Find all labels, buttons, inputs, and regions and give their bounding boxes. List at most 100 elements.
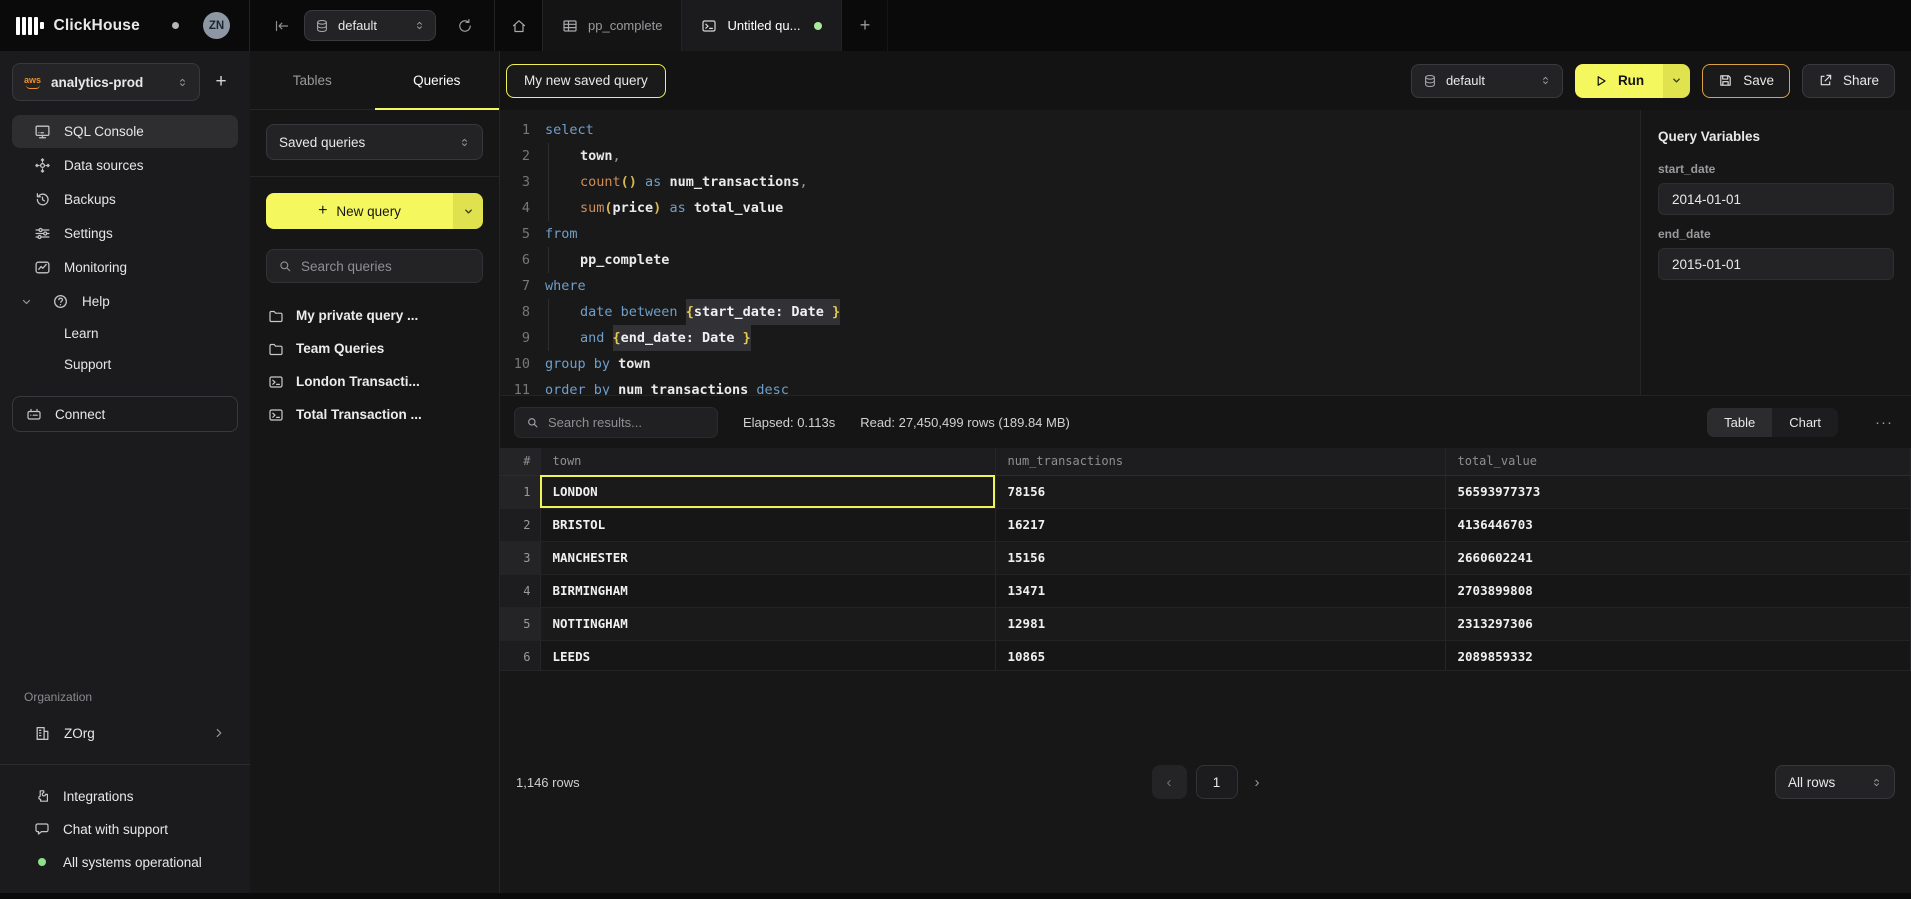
table-cell[interactable]: 2703899808: [1445, 574, 1911, 607]
share-button[interactable]: Share: [1802, 64, 1895, 98]
more-options-icon[interactable]: ···: [1875, 415, 1893, 430]
sidebar-subitem-learn[interactable]: Learn: [12, 318, 238, 349]
prev-page-button[interactable]: ‹: [1152, 765, 1187, 799]
sidebar-item-help[interactable]: Help: [12, 285, 238, 318]
next-page-button[interactable]: ›: [1255, 774, 1260, 791]
table-row: 2BRISTOL162174136446703: [500, 508, 1911, 541]
tab-home[interactable]: [495, 0, 543, 51]
table-cell[interactable]: BRISTOL: [540, 508, 995, 541]
add-service-button[interactable]: +: [204, 65, 238, 99]
run-button[interactable]: Run: [1575, 64, 1663, 98]
sql-editor[interactable]: 1select2town,3count() as num_transaction…: [500, 110, 1640, 395]
row-number-cell[interactable]: 4: [500, 574, 540, 607]
organization-item[interactable]: ZOrg: [12, 716, 238, 750]
column-header-town[interactable]: town: [540, 448, 995, 475]
row-number-cell[interactable]: 6: [500, 640, 540, 670]
table-cell[interactable]: 2313297306: [1445, 607, 1911, 640]
saved-queries-select[interactable]: Saved queries: [266, 124, 483, 160]
sidebar-item-sql-console[interactable]: SQL Console: [12, 115, 238, 148]
table-cell[interactable]: 2089859332: [1445, 640, 1911, 670]
share-label: Share: [1843, 73, 1879, 88]
search-results-input[interactable]: Search results...: [514, 407, 718, 438]
connect-button[interactable]: Connect: [12, 396, 238, 432]
table-cell[interactable]: 10865: [995, 640, 1445, 670]
sidebar-item-backups[interactable]: Backups: [12, 183, 238, 216]
tab-pp-complete[interactable]: pp_complete: [543, 0, 682, 51]
table-cell[interactable]: 13471: [995, 574, 1445, 607]
rows-per-page-select[interactable]: All rows: [1775, 765, 1895, 799]
line-number: 5: [500, 221, 530, 247]
tab-tables[interactable]: Tables: [250, 51, 375, 109]
table-cell[interactable]: 16217: [995, 508, 1445, 541]
topbar-database-select[interactable]: default: [304, 10, 436, 41]
settings-icon: [34, 225, 51, 242]
main-area: aws analytics-prod + SQL ConsoleData sou…: [0, 51, 1911, 893]
page-number-input[interactable]: 1: [1196, 765, 1238, 799]
query-item-total-transaction[interactable]: Total Transaction ...: [266, 401, 483, 428]
new-tab-button[interactable]: +: [842, 0, 888, 51]
table-cell[interactable]: BIRMINGHAM: [540, 574, 995, 607]
row-number-cell[interactable]: 1: [500, 475, 540, 508]
view-tab-table[interactable]: Table: [1707, 408, 1772, 437]
app-window: ClickHouse ZN default pp_complete Unti: [0, 0, 1911, 899]
row-number-cell[interactable]: 2: [500, 508, 540, 541]
caret-down-icon: [18, 296, 35, 308]
view-tab-chart[interactable]: Chart: [1772, 408, 1838, 437]
line-number: 4: [500, 195, 530, 221]
search-results-placeholder: Search results...: [548, 415, 642, 430]
refresh-icon[interactable]: [457, 18, 473, 34]
table-row: 4BIRMINGHAM134712703899808: [500, 574, 1911, 607]
save-button[interactable]: Save: [1702, 64, 1790, 98]
saved-query-tab[interactable]: My new saved query: [506, 64, 666, 98]
variable-input-start-date[interactable]: 2014-01-01: [1658, 183, 1894, 215]
saved-queries-value: Saved queries: [279, 135, 365, 150]
table-cell[interactable]: LONDON: [540, 475, 995, 508]
table-cell[interactable]: 12981: [995, 607, 1445, 640]
search-queries-input[interactable]: Search queries: [266, 249, 483, 283]
sidebar-item-settings[interactable]: Settings: [12, 217, 238, 250]
row-number-cell[interactable]: 5: [500, 607, 540, 640]
chat-icon: [34, 821, 50, 837]
workspace-select[interactable]: aws analytics-prod: [12, 63, 200, 101]
table-cell[interactable]: 15156: [995, 541, 1445, 574]
sidebar-subitem-support[interactable]: Support: [12, 349, 238, 380]
table-cell[interactable]: 4136446703: [1445, 508, 1911, 541]
editor-database-select[interactable]: default: [1411, 64, 1563, 98]
sidebar-footer-chat-with-support[interactable]: Chat with support: [12, 814, 238, 844]
line-number: 2: [500, 143, 530, 169]
collapse-sidebar-icon[interactable]: [274, 18, 290, 34]
query-item-team-queries[interactable]: Team Queries: [266, 335, 483, 362]
table-cell[interactable]: 56593977373: [1445, 475, 1911, 508]
row-count: 1,146 rows: [516, 775, 580, 790]
table-row: 5NOTTINGHAM129812313297306: [500, 607, 1911, 640]
table-cell[interactable]: LEEDS: [540, 640, 995, 670]
table-cell[interactable]: 78156: [995, 475, 1445, 508]
new-query-dropdown[interactable]: [453, 193, 483, 229]
tab-queries[interactable]: Queries: [375, 51, 500, 109]
query-item-london-transacti[interactable]: London Transacti...: [266, 368, 483, 395]
notification-dot-icon[interactable]: [172, 22, 179, 29]
avatar[interactable]: ZN: [203, 12, 230, 39]
table-row: 1LONDON7815656593977373: [500, 475, 1911, 508]
sidebar-footer-integrations[interactable]: Integrations: [12, 781, 238, 811]
table-cell[interactable]: 2660602241: [1445, 541, 1911, 574]
sidebar-footer-all-systems-operational[interactable]: All systems operational: [12, 847, 238, 877]
row-number-cell[interactable]: 3: [500, 541, 540, 574]
query-item-my-private-query[interactable]: My private query ...: [266, 302, 483, 329]
run-options-dropdown[interactable]: [1663, 64, 1690, 98]
code-line: 1select: [500, 117, 1640, 143]
sidebar-item-data-sources[interactable]: Data sources: [12, 149, 238, 182]
column-header-num-transactions[interactable]: num_transactions: [995, 448, 1445, 475]
variable-input-end-date[interactable]: 2015-01-01: [1658, 248, 1894, 280]
table-cell[interactable]: NOTTINGHAM: [540, 607, 995, 640]
sidebar-item-label: Monitoring: [64, 260, 127, 275]
sidebar-item-monitoring[interactable]: Monitoring: [12, 251, 238, 284]
tab-untitled-query[interactable]: Untitled qu...: [682, 0, 842, 51]
backups-icon: [34, 191, 51, 208]
column-header-row-number[interactable]: #: [500, 448, 540, 475]
column-header-total-value[interactable]: total_value: [1445, 448, 1911, 475]
organization-name: ZOrg: [64, 726, 95, 741]
new-query-button[interactable]: +New query: [266, 193, 483, 229]
table-cell[interactable]: MANCHESTER: [540, 541, 995, 574]
data-sources-icon: [34, 157, 51, 174]
